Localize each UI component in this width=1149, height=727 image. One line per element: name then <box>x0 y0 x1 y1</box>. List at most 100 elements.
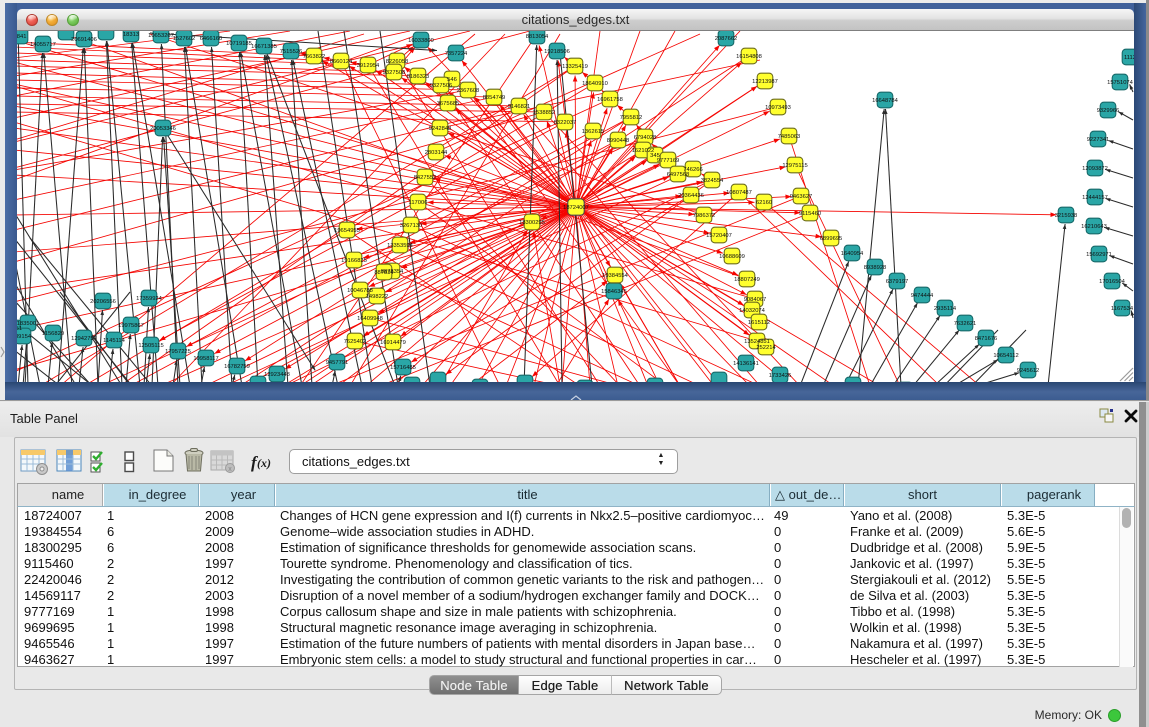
svg-text:1835001: 1835001 <box>17 321 39 327</box>
svg-text:16961758: 16961758 <box>597 97 623 103</box>
svg-text:12505115: 12505115 <box>138 343 163 349</box>
svg-text:62160: 62160 <box>756 200 772 206</box>
svg-text:9245612: 9245612 <box>1017 368 1040 374</box>
svg-text:15692971: 15692971 <box>1086 252 1112 258</box>
svg-text:19975867: 19975867 <box>118 323 144 329</box>
svg-text:20206556: 20206556 <box>90 299 116 305</box>
svg-text:16782759: 16782759 <box>224 364 250 370</box>
svg-text:9327508: 9327508 <box>383 70 406 76</box>
svg-text:14055717: 14055717 <box>30 42 56 48</box>
svg-text:12975115: 12975115 <box>782 163 807 169</box>
svg-text:8186323: 8186323 <box>407 74 430 80</box>
svg-text:9146821: 9146821 <box>508 104 531 110</box>
svg-text:9115460: 9115460 <box>799 211 821 217</box>
svg-text:1841: 1841 <box>17 34 26 40</box>
svg-text:10958117: 10958117 <box>193 356 218 362</box>
svg-text:7632621: 7632621 <box>954 321 977 327</box>
svg-text:1112: 1112 <box>1124 55 1134 61</box>
svg-text:8813054: 8813054 <box>526 34 549 40</box>
svg-text:9474444: 9474444 <box>911 293 934 299</box>
svg-text:39154: 39154 <box>17 334 32 340</box>
svg-text:252214: 252214 <box>756 345 776 351</box>
svg-text:7663822: 7663822 <box>303 54 326 60</box>
svg-text:2935114: 2935114 <box>934 306 957 312</box>
svg-text:18300295: 18300295 <box>519 220 545 226</box>
svg-text:12923448: 12923448 <box>264 372 290 378</box>
svg-text:14032074: 14032074 <box>739 308 766 314</box>
svg-text:1145114: 1145114 <box>103 338 125 344</box>
svg-text:2367608: 2367608 <box>457 88 480 94</box>
svg-text:10719185: 10719185 <box>226 41 252 47</box>
svg-text:6899695: 6899695 <box>820 236 843 242</box>
svg-text:10654112: 10654112 <box>993 353 1018 359</box>
svg-text:1362615: 1362615 <box>582 129 605 135</box>
svg-text:9457791: 9457791 <box>326 360 349 366</box>
svg-text:17016504: 17016504 <box>1099 279 1126 285</box>
svg-text:1615112: 1615112 <box>748 320 770 326</box>
svg-text:1498222: 1498222 <box>366 294 389 300</box>
svg-text:12942757: 12942757 <box>71 336 97 342</box>
svg-text:16409948: 16409948 <box>357 316 383 322</box>
svg-text:746266: 746266 <box>683 167 702 173</box>
svg-text:10688609: 10688609 <box>719 254 745 260</box>
svg-text:18640910: 18640910 <box>582 81 608 87</box>
svg-text:7515526: 7515526 <box>280 49 303 55</box>
svg-text:7986372: 7986372 <box>693 213 716 219</box>
svg-text:19166825: 19166825 <box>341 258 367 264</box>
svg-text:1527602: 1527602 <box>173 36 196 42</box>
svg-text:12444157: 12444157 <box>1082 195 1108 201</box>
svg-text:17359924: 17359924 <box>136 296 163 302</box>
svg-text:19384554: 19384554 <box>602 273 629 279</box>
svg-text:2803144: 2803144 <box>425 150 448 156</box>
svg-text:7955812: 7955812 <box>620 115 643 121</box>
svg-text:16210643: 16210643 <box>1081 224 1107 230</box>
svg-text:9463627: 9463627 <box>790 194 813 200</box>
svg-text:8471676: 8471676 <box>975 336 998 342</box>
svg-text:9227341: 9227341 <box>1087 137 1110 143</box>
svg-text:117006: 117006 <box>409 200 428 206</box>
svg-text:16914479: 16914479 <box>380 340 406 346</box>
svg-text:16671385: 16671385 <box>251 44 277 50</box>
svg-text:12093872: 12093872 <box>1082 166 1108 172</box>
svg-text:19218506: 19218506 <box>544 49 570 55</box>
svg-text:3267130: 3267130 <box>400 223 423 229</box>
svg-text:1156829: 1156829 <box>42 331 64 337</box>
svg-text:8990448: 8990448 <box>607 138 630 144</box>
svg-text:6466160: 6466160 <box>200 36 223 42</box>
svg-text:10653267: 10653267 <box>148 33 174 39</box>
svg-text:16033809: 16033809 <box>408 38 434 44</box>
svg-text:9327506: 9327506 <box>430 83 453 89</box>
svg-text:15720407: 15720407 <box>706 233 732 239</box>
svg-text:13325419: 13325419 <box>562 64 588 70</box>
svg-text:2087662: 2087662 <box>715 36 738 42</box>
svg-text:1538852: 1538852 <box>533 110 556 116</box>
svg-text:17957225: 17957225 <box>165 349 191 355</box>
svg-text:20364436: 20364436 <box>678 193 704 199</box>
svg-text:20691406: 20691406 <box>71 37 97 43</box>
svg-text:16648784: 16648784 <box>872 98 899 104</box>
svg-text:18724007: 18724007 <box>563 205 589 211</box>
svg-text:8427552: 8427552 <box>414 175 437 181</box>
svg-text:7485063: 7485063 <box>778 134 801 140</box>
svg-text:15751074: 15751074 <box>1107 80 1134 86</box>
svg-text:9084067: 9084067 <box>744 297 767 303</box>
svg-text:12213987: 12213987 <box>752 79 778 85</box>
svg-text:1733426: 1733426 <box>769 373 792 379</box>
svg-text:1167534: 1167534 <box>1111 306 1134 312</box>
svg-text:3675685: 3675685 <box>437 101 460 107</box>
svg-text:(x): (x) <box>257 456 271 470</box>
svg-text:7625402: 7625402 <box>344 339 367 345</box>
svg-text:15716485: 15716485 <box>390 365 416 371</box>
svg-text:14136141: 14136141 <box>733 361 759 367</box>
svg-text:10807487: 10807487 <box>726 190 752 196</box>
svg-text:8854749: 8854749 <box>483 95 506 101</box>
svg-text:9329966: 9329966 <box>1097 108 1120 114</box>
svg-text:7357224: 7357224 <box>445 51 468 57</box>
svg-text:x: x <box>228 466 232 473</box>
svg-text:19654955: 19654955 <box>334 228 360 234</box>
svg-text:8660124: 8660124 <box>330 59 353 65</box>
svg-text:3824554: 3824554 <box>701 178 724 184</box>
svg-text:8322037: 8322037 <box>554 120 577 126</box>
svg-text:10973493: 10973493 <box>765 105 791 111</box>
svg-text:3215938: 3215938 <box>1055 213 1078 219</box>
